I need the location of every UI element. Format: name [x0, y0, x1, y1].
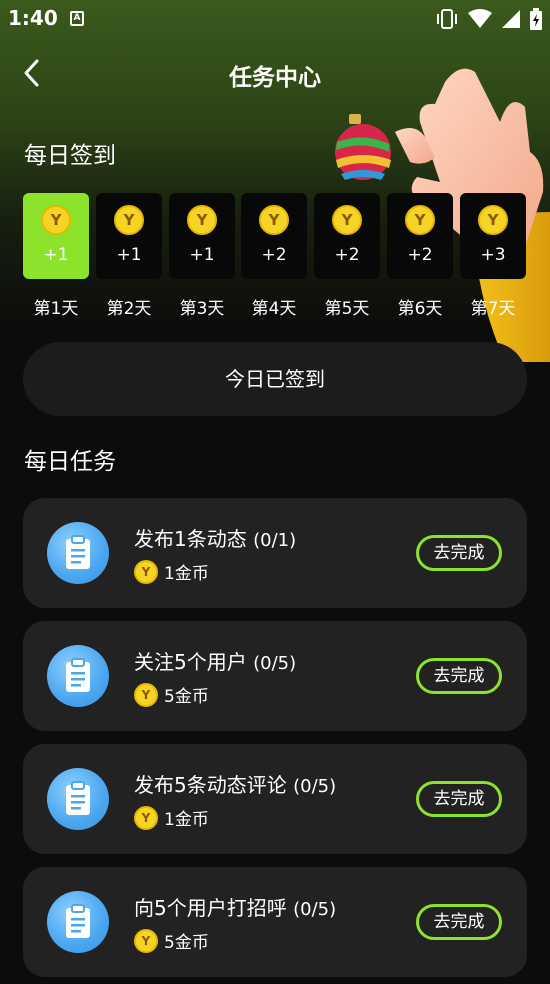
task-reward: Y 5金币 — [134, 682, 209, 707]
battery-icon — [530, 8, 542, 30]
day-reward: +2 — [407, 245, 433, 265]
tasks-section-title: 每日任务 — [24, 449, 116, 475]
checkin-day-card[interactable]: Y +2 — [387, 193, 453, 279]
day-reward: +1 — [43, 245, 69, 265]
coin-icon: Y — [478, 205, 508, 235]
task-title: 发布5条动态评论 (0/5) — [134, 769, 336, 798]
signal-icon — [502, 10, 520, 28]
task-card: 发布5条动态评论 (0/5) Y 1金币 去完成 — [23, 744, 527, 854]
wifi-icon — [468, 9, 492, 28]
task-reward: Y 1金币 — [134, 559, 209, 584]
coin-icon: Y — [259, 205, 289, 235]
task-title: 发布1条动态 (0/1) — [134, 523, 296, 552]
coin-icon: Y — [134, 928, 158, 953]
status-icons — [435, 8, 542, 30]
coin-icon: Y — [187, 205, 217, 235]
task-progress: (0/1) — [253, 530, 297, 551]
day-label: 第7天 — [470, 299, 516, 319]
task-name: 发布5条动态评论 — [134, 773, 294, 797]
day-label: 第5天 — [324, 299, 370, 319]
day-reward: +3 — [480, 245, 506, 265]
day-reward: +2 — [334, 245, 360, 265]
clipboard-icon — [47, 645, 109, 707]
task-title: 关注5个用户 (0/5) — [134, 646, 296, 675]
day-reward: +1 — [116, 245, 142, 265]
status-time: 1:40 — [8, 6, 58, 30]
go-complete-button[interactable]: 去完成 — [416, 781, 502, 817]
top-app-bar: 任务中心 — [0, 48, 550, 100]
task-name: 关注5个用户 — [134, 650, 254, 674]
day-label: 第6天 — [397, 299, 443, 319]
task-progress: (0/5) — [293, 776, 337, 797]
checkin-day-card[interactable]: Y +1 — [169, 193, 235, 279]
task-reward: Y 1金币 — [134, 805, 209, 830]
notification-icon: A — [70, 11, 84, 26]
checkin-section-title: 每日签到 — [24, 143, 116, 169]
task-reward-text: 1金币 — [164, 810, 209, 830]
day-reward: +2 — [261, 245, 287, 265]
coin-icon: Y — [114, 205, 144, 235]
clipboard-icon — [47, 522, 109, 584]
day-label: 第3天 — [179, 299, 225, 319]
day-reward: +1 — [189, 245, 215, 265]
checkin-day-card[interactable]: Y +1 — [96, 193, 162, 279]
coin-icon: Y — [134, 682, 158, 707]
day-label: 第4天 — [251, 299, 297, 319]
coin-icon: Y — [332, 205, 362, 235]
task-card: 发布1条动态 (0/1) Y 1金币 去完成 — [23, 498, 527, 608]
status-bar: 1:40 A — [0, 0, 550, 38]
day-label: 第2天 — [106, 299, 152, 319]
coin-icon: Y — [41, 205, 71, 235]
day-label: 第1天 — [33, 299, 79, 319]
task-card: 关注5个用户 (0/5) Y 5金币 去完成 — [23, 621, 527, 731]
clipboard-icon — [47, 768, 109, 830]
task-reward-text: 5金币 — [164, 687, 209, 707]
task-card: 向5个用户打招呼 (0/5) Y 5金币 去完成 — [23, 867, 527, 977]
task-reward: Y 5金币 — [134, 928, 209, 953]
checkin-day-card[interactable]: Y +3 — [460, 193, 526, 279]
coin-icon: Y — [134, 805, 158, 830]
clipboard-icon — [47, 891, 109, 953]
vibrate-icon — [437, 9, 457, 29]
go-complete-button[interactable]: 去完成 — [416, 658, 502, 694]
task-name: 发布1条动态 — [134, 527, 254, 551]
checkin-day-card[interactable]: Y +1 — [23, 193, 89, 279]
ornament-ball-icon — [335, 114, 391, 180]
task-progress: (0/5) — [293, 899, 337, 920]
task-name: 向5个用户打招呼 — [134, 896, 294, 920]
page-title: 任务中心 — [229, 65, 321, 91]
task-progress: (0/5) — [253, 653, 297, 674]
go-complete-button[interactable]: 去完成 — [416, 535, 502, 571]
checkin-day-card[interactable]: Y +2 — [241, 193, 307, 279]
coin-icon: Y — [134, 559, 158, 584]
checkin-day-card[interactable]: Y +2 — [314, 193, 380, 279]
go-complete-button[interactable]: 去完成 — [416, 904, 502, 940]
signed-in-today-button[interactable]: 今日已签到 — [23, 342, 527, 416]
coin-icon: Y — [405, 205, 435, 235]
task-title: 向5个用户打招呼 (0/5) — [134, 892, 336, 921]
task-reward-text: 5金币 — [164, 933, 209, 953]
task-reward-text: 1金币 — [164, 564, 209, 584]
